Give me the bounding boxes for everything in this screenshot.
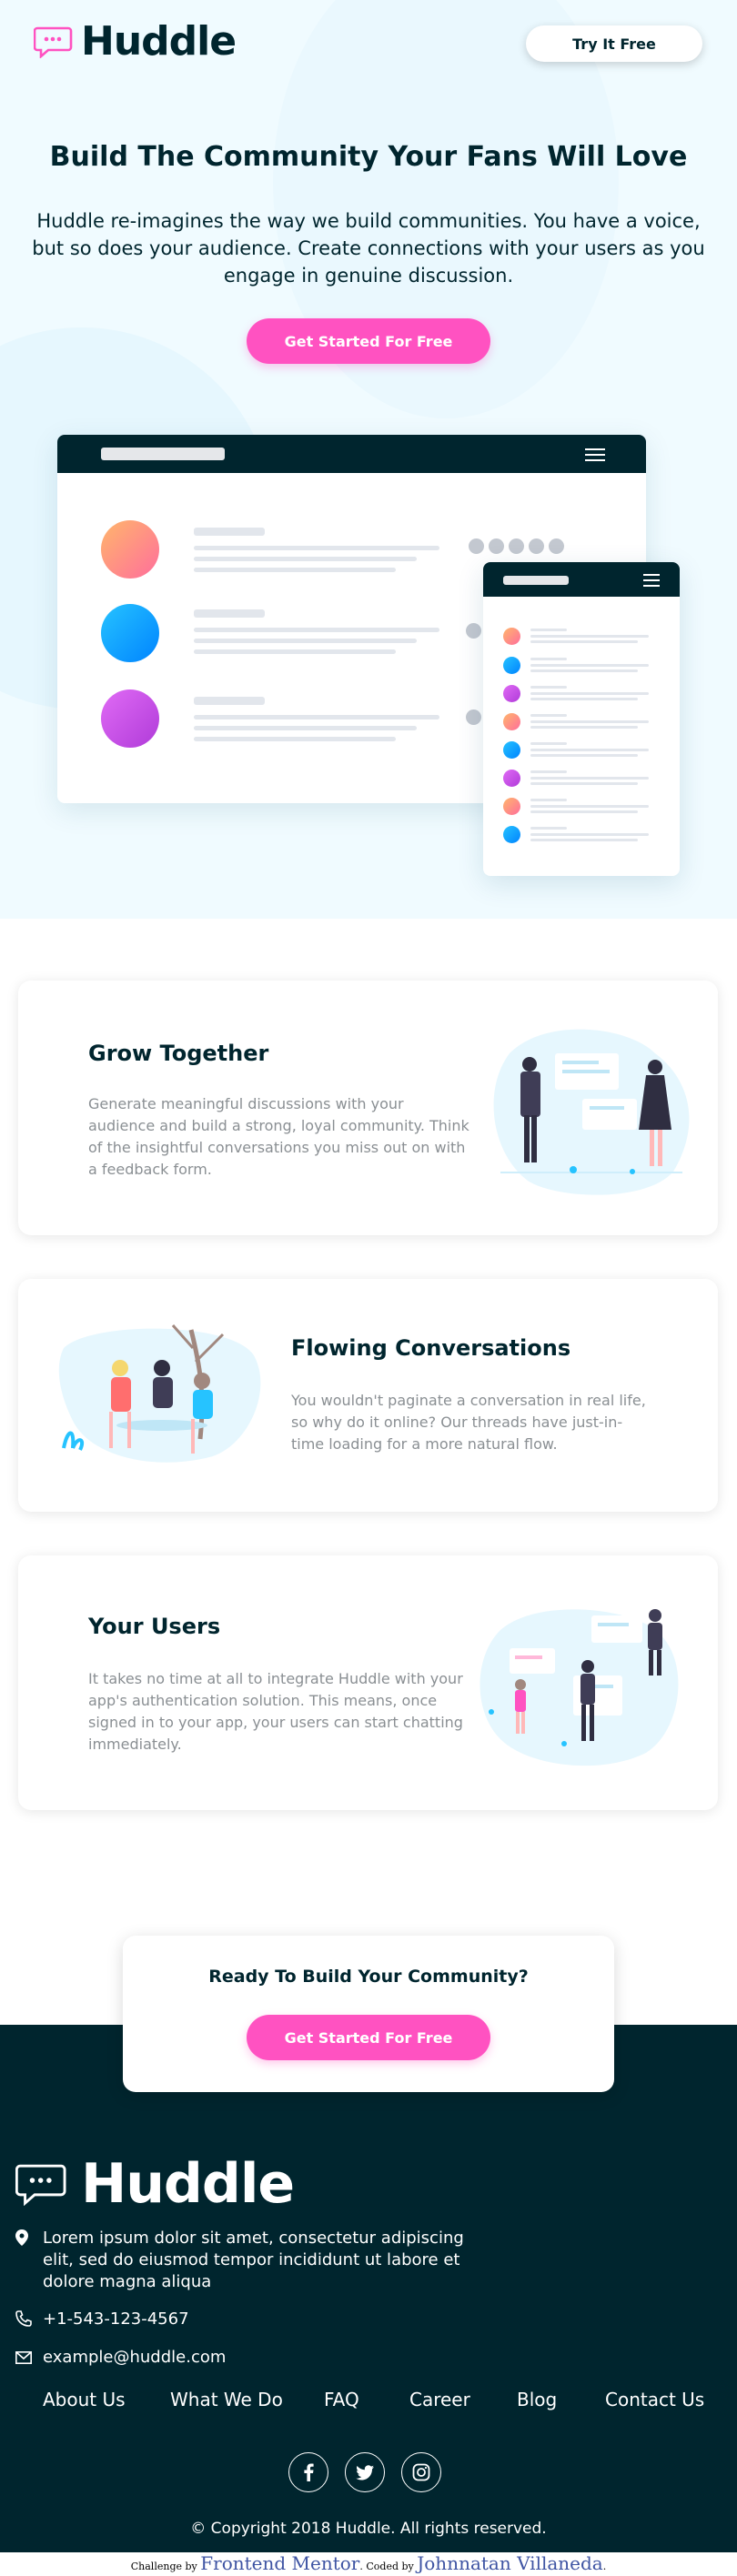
- footer-link-contact-us[interactable]: Contact Us: [605, 2389, 704, 2410]
- feature-card-grow-together: Grow Together Generate meaningful discus…: [18, 981, 718, 1235]
- hero-title: Build The Community Your Fans Will Love: [49, 141, 688, 173]
- footer-link-about-us[interactable]: About Us: [43, 2389, 126, 2410]
- footer-email[interactable]: example@huddle.com: [15, 2347, 226, 2370]
- cta-title: Ready To Build Your Community?: [208, 1967, 529, 1987]
- feature-title: Grow Together: [88, 1041, 269, 1066]
- hero-section: Huddle Try It Free Build The Community Y…: [0, 0, 737, 919]
- twitter-icon[interactable]: [345, 2452, 385, 2492]
- header-logo[interactable]: Huddle: [34, 18, 237, 65]
- attribution: Challenge by Frontend Mentor. Coded by J…: [0, 2552, 737, 2576]
- try-it-free-button[interactable]: Try It Free: [526, 25, 702, 62]
- chat-bubble-icon: [15, 2164, 66, 2206]
- feature-title: Your Users: [88, 1614, 221, 1639]
- flowing-conversations-illustration: [58, 1324, 261, 1463]
- footer-address-text: Lorem ipsum dolor sit amet, consectetur …: [43, 2229, 464, 2291]
- hamburger-icon: [585, 448, 605, 465]
- grow-together-illustration: [493, 1029, 690, 1195]
- footer-link-blog[interactable]: Blog: [517, 2389, 557, 2410]
- frontend-mentor-link[interactable]: Frontend Mentor: [200, 2552, 359, 2574]
- feature-card-your-users: Your Users It takes no time at all to in…: [18, 1555, 718, 1810]
- footer-email-text: example@huddle.com: [43, 2348, 227, 2367]
- hero-description: Huddle re-imagines the way we build comm…: [32, 210, 705, 287]
- footer-link-career[interactable]: Career: [409, 2389, 470, 2410]
- your-users-illustration: [480, 1609, 679, 1766]
- mockup-avatar: [101, 604, 159, 662]
- email-icon: [15, 2347, 43, 2370]
- instagram-icon[interactable]: [401, 2452, 441, 2492]
- copyright: © Copyright 2018 Huddle. All rights rese…: [190, 2520, 547, 2538]
- mobile-mockup: [483, 562, 680, 876]
- mockup-avatar: [101, 689, 159, 748]
- get-started-button[interactable]: Get Started For Free: [247, 318, 490, 364]
- cta-get-started-button[interactable]: Get Started For Free: [247, 2015, 490, 2060]
- mockup-url-bar: [503, 576, 569, 585]
- footer-logo-text: Huddle: [81, 2152, 295, 2216]
- attribution-coded-prefix: Coded by: [366, 2561, 414, 2572]
- feature-card-flowing-conversations: Flowing Conversations You wouldn't pagin…: [18, 1279, 718, 1512]
- chat-bubble-icon: [34, 26, 73, 58]
- mockup-browser-bar: [57, 435, 646, 473]
- phone-icon: [15, 2309, 43, 2333]
- mockup-avatar: [101, 520, 159, 579]
- attribution-challenge-prefix: Challenge by: [130, 2561, 197, 2572]
- logo-text: Huddle: [81, 18, 237, 65]
- author-link[interactable]: Johnnatan Villaneda: [417, 2552, 602, 2574]
- footer-logo[interactable]: Huddle: [15, 2152, 295, 2216]
- mockup-url-bar: [101, 448, 225, 460]
- footer-link-what-we-do[interactable]: What We Do: [170, 2389, 283, 2410]
- cta-box: Ready To Build Your Community? Get Start…: [123, 1936, 614, 2092]
- mockup-phone-bar: [483, 562, 680, 597]
- facebook-icon[interactable]: [288, 2452, 328, 2492]
- footer: Huddle Lorem ipsum dolor sit amet, conse…: [0, 2025, 737, 2552]
- footer-phone[interactable]: +1-543-123-4567: [15, 2309, 189, 2333]
- location-pin-icon: [15, 2228, 43, 2293]
- feature-text: It takes no time at all to integrate Hud…: [88, 1670, 463, 1753]
- feature-title: Flowing Conversations: [291, 1335, 571, 1361]
- footer-phone-text: +1-543-123-4567: [43, 2309, 189, 2329]
- footer-link-faq[interactable]: FAQ: [324, 2389, 359, 2410]
- feature-text: Generate meaningful discussions with you…: [88, 1095, 469, 1178]
- feature-text: You wouldn't paginate a conversation in …: [291, 1392, 646, 1453]
- hamburger-icon: [643, 574, 660, 590]
- footer-address: Lorem ipsum dolor sit amet, consectetur …: [15, 2228, 489, 2293]
- social-links: [288, 2452, 458, 2492]
